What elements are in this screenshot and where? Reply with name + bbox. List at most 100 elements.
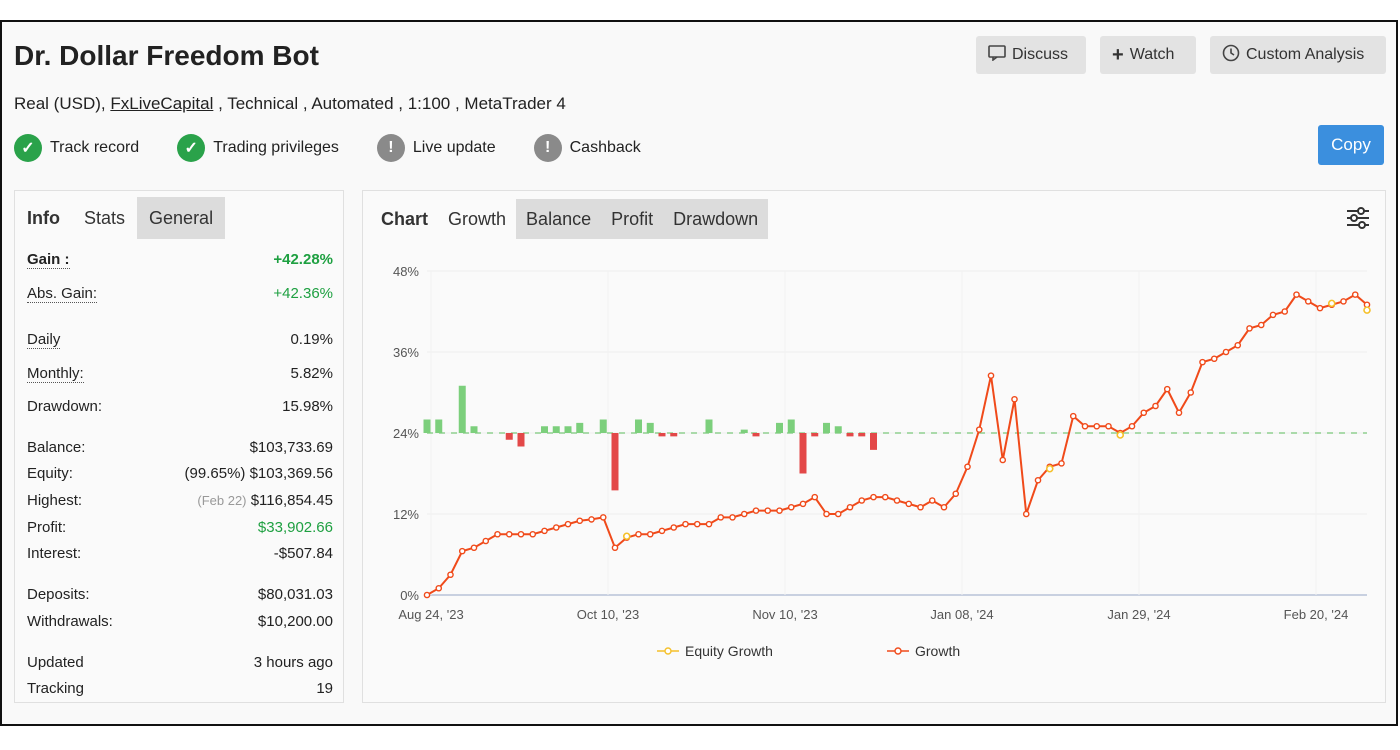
growth-point: [1234, 341, 1242, 349]
profit-bar: [858, 433, 866, 437]
custom-analysis-button[interactable]: Custom Analysis: [1210, 36, 1386, 74]
tab-general[interactable]: General: [137, 197, 226, 239]
profit-bar: [423, 419, 431, 433]
profit-bar: [517, 433, 525, 447]
growth-point: [823, 510, 830, 518]
growth-point: [576, 517, 584, 525]
profit-label: Profit:: [27, 519, 67, 536]
growth-point: [928, 497, 936, 504]
badge-live-update: ! Live update: [376, 134, 496, 162]
profit-bar: [435, 419, 443, 433]
updated-row: Updated 3 hours ago: [27, 654, 333, 671]
profit-bar: [787, 419, 795, 433]
highest-value: $116,854.45: [250, 492, 333, 509]
growth-point: [1199, 358, 1206, 366]
check-icon: ✓: [177, 134, 206, 162]
growth-point: [1022, 510, 1030, 518]
growth-point: [834, 510, 842, 518]
interest-value: -$507.84: [273, 545, 333, 562]
growth-point: [693, 520, 701, 528]
growth-point: [470, 544, 478, 552]
growth-point: [1081, 422, 1089, 430]
tab-chart[interactable]: Chart: [371, 199, 438, 239]
growth-point: [541, 527, 548, 535]
subtitle-suffix: , Technical , Automated , 1:100 , MetaTr…: [213, 94, 566, 113]
growth-point: [975, 426, 983, 433]
info-tabs: Info Stats General: [15, 197, 226, 239]
growth-point: [787, 503, 795, 511]
growth-point: [1246, 325, 1253, 332]
abs-gain-row: Abs. Gain: +42.36%: [27, 285, 333, 303]
daily-label[interactable]: Daily: [27, 331, 61, 349]
growth-point: [846, 503, 854, 511]
gain-value: +42.28%: [273, 251, 333, 268]
watch-button[interactable]: + Watch: [1100, 36, 1196, 74]
equity-point: [1327, 299, 1336, 308]
equity-point: [1116, 431, 1125, 439]
growth-point: [423, 591, 431, 599]
growth-point: [705, 520, 713, 528]
daily-value: 0.19%: [290, 331, 333, 348]
comment-icon: [988, 44, 1006, 66]
interest-row: Interest: -$507.84: [27, 545, 333, 562]
growth-point: [905, 500, 913, 508]
copy-button[interactable]: Copy: [1318, 125, 1384, 165]
chart-settings-icon[interactable]: [1345, 205, 1371, 231]
equity-row: Equity: (99.65%) $103,369.56: [27, 465, 333, 482]
equity-pct: (99.65%): [184, 465, 246, 482]
watch-label: Watch: [1129, 46, 1175, 63]
x-tick-label: Nov 10, '23: [752, 607, 817, 622]
growth-point: [646, 530, 654, 538]
growth-point: [740, 510, 748, 518]
growth-point: [458, 547, 466, 555]
growth-point: [1163, 385, 1171, 393]
badge-label: Live update: [412, 139, 496, 156]
clock-icon: [1222, 44, 1240, 67]
growth-point: [1069, 412, 1077, 420]
growth-point: [776, 507, 783, 514]
growth-chart: 0% 12% 24% 36% 48% Aug 24, '23 Oct 10, '23 Nov …: [393, 264, 1371, 659]
tracking-label: Tracking: [27, 680, 84, 697]
gain-label[interactable]: Gain :: [27, 251, 70, 269]
drawdown-value: 15.98%: [282, 398, 333, 415]
tab-stats[interactable]: Stats: [72, 197, 137, 239]
profit-bar: [740, 429, 748, 433]
profit-bar: [799, 433, 807, 474]
growth-point: [658, 527, 666, 535]
y-tick-label: 12%: [393, 507, 419, 522]
profit-bar: [870, 433, 877, 450]
tab-balance[interactable]: Balance: [516, 199, 602, 239]
growth-point: [1340, 298, 1347, 305]
monthly-row: Monthly: 5.82%: [27, 365, 333, 383]
withdrawals-value: $10,200.00: [257, 613, 333, 630]
broker-link[interactable]: FxLiveCapital: [110, 94, 213, 113]
growth-point: [1152, 402, 1159, 410]
growth-point: [987, 372, 995, 379]
badge-label: Cashback: [569, 139, 641, 156]
tab-profit[interactable]: Profit: [601, 199, 664, 239]
discuss-button[interactable]: Discuss: [976, 36, 1086, 74]
monthly-label[interactable]: Monthly:: [27, 365, 84, 383]
tab-info[interactable]: Info: [15, 197, 72, 239]
growth-point: [1034, 476, 1042, 484]
highest-label: Highest:: [27, 492, 83, 509]
growth-point: [1187, 389, 1195, 396]
badge-cashback: ! Cashback: [533, 134, 641, 162]
profit-bar: [646, 422, 654, 433]
growth-point: [811, 493, 819, 501]
profit-bar: [611, 433, 619, 491]
growth-point: [1269, 311, 1277, 319]
profit-bar: [670, 433, 678, 437]
y-tick-label: 36%: [393, 345, 419, 360]
tab-growth[interactable]: Growth: [438, 199, 516, 239]
abs-gain-label[interactable]: Abs. Gain:: [27, 285, 98, 303]
growth-point: [1011, 395, 1018, 403]
balance-value: $103,733.69: [249, 439, 333, 456]
growth-point: [1222, 348, 1230, 356]
y-tick-label: 0%: [400, 588, 419, 603]
deposits-value: $80,031.03: [257, 586, 333, 603]
tab-drawdown[interactable]: Drawdown: [663, 199, 769, 239]
growth-point: [858, 497, 866, 504]
daily-row: Daily 0.19%: [27, 331, 333, 349]
page-frame: Dr. Dollar Freedom Bot Real (USD), FxLiv…: [0, 20, 1398, 726]
